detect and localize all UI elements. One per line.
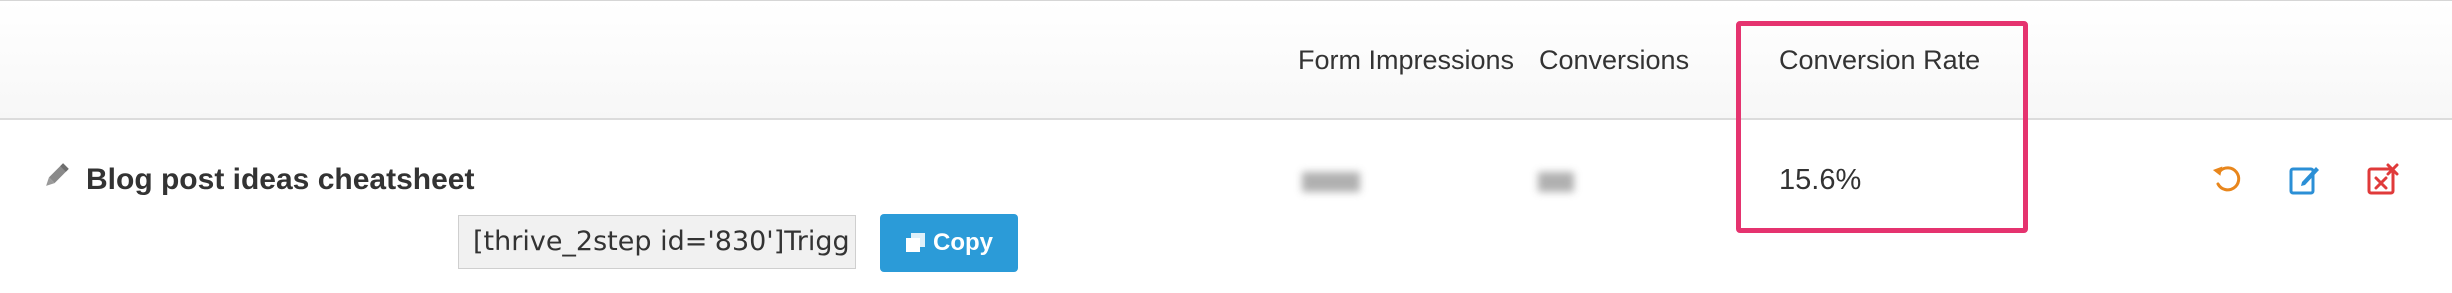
impressions-value-blurred [1302, 172, 1360, 192]
conversion-rate-value: 15.6% [1779, 164, 1862, 196]
table-header: Form Impressions Conversions Conversion … [0, 0, 2452, 120]
edit-button[interactable] [2288, 162, 2322, 196]
copy-button[interactable]: Copy [880, 214, 1018, 272]
delete-icon [2367, 163, 2399, 195]
pencil-icon [40, 160, 72, 192]
edit-icon [2289, 167, 2319, 195]
reset-stats-button[interactable] [2210, 162, 2244, 196]
table-row: Blog post ideas cheatsheet [thrive_2step… [0, 120, 2452, 293]
shortcode-field[interactable]: [thrive_2step id='830']Trigg [458, 215, 856, 269]
delete-button[interactable] [2366, 162, 2400, 196]
header-conversion-rate: Conversion Rate [1779, 45, 1981, 75]
form-title[interactable]: Blog post ideas cheatsheet [86, 163, 474, 197]
copy-button-label: Copy [933, 229, 993, 256]
conversions-value-blurred [1538, 172, 1574, 192]
copy-icon [906, 233, 925, 252]
header-form-impressions: Form Impressions [1298, 45, 1515, 75]
reset-stats-icon [2212, 166, 2241, 192]
header-conversions: Conversions [1539, 45, 1690, 75]
